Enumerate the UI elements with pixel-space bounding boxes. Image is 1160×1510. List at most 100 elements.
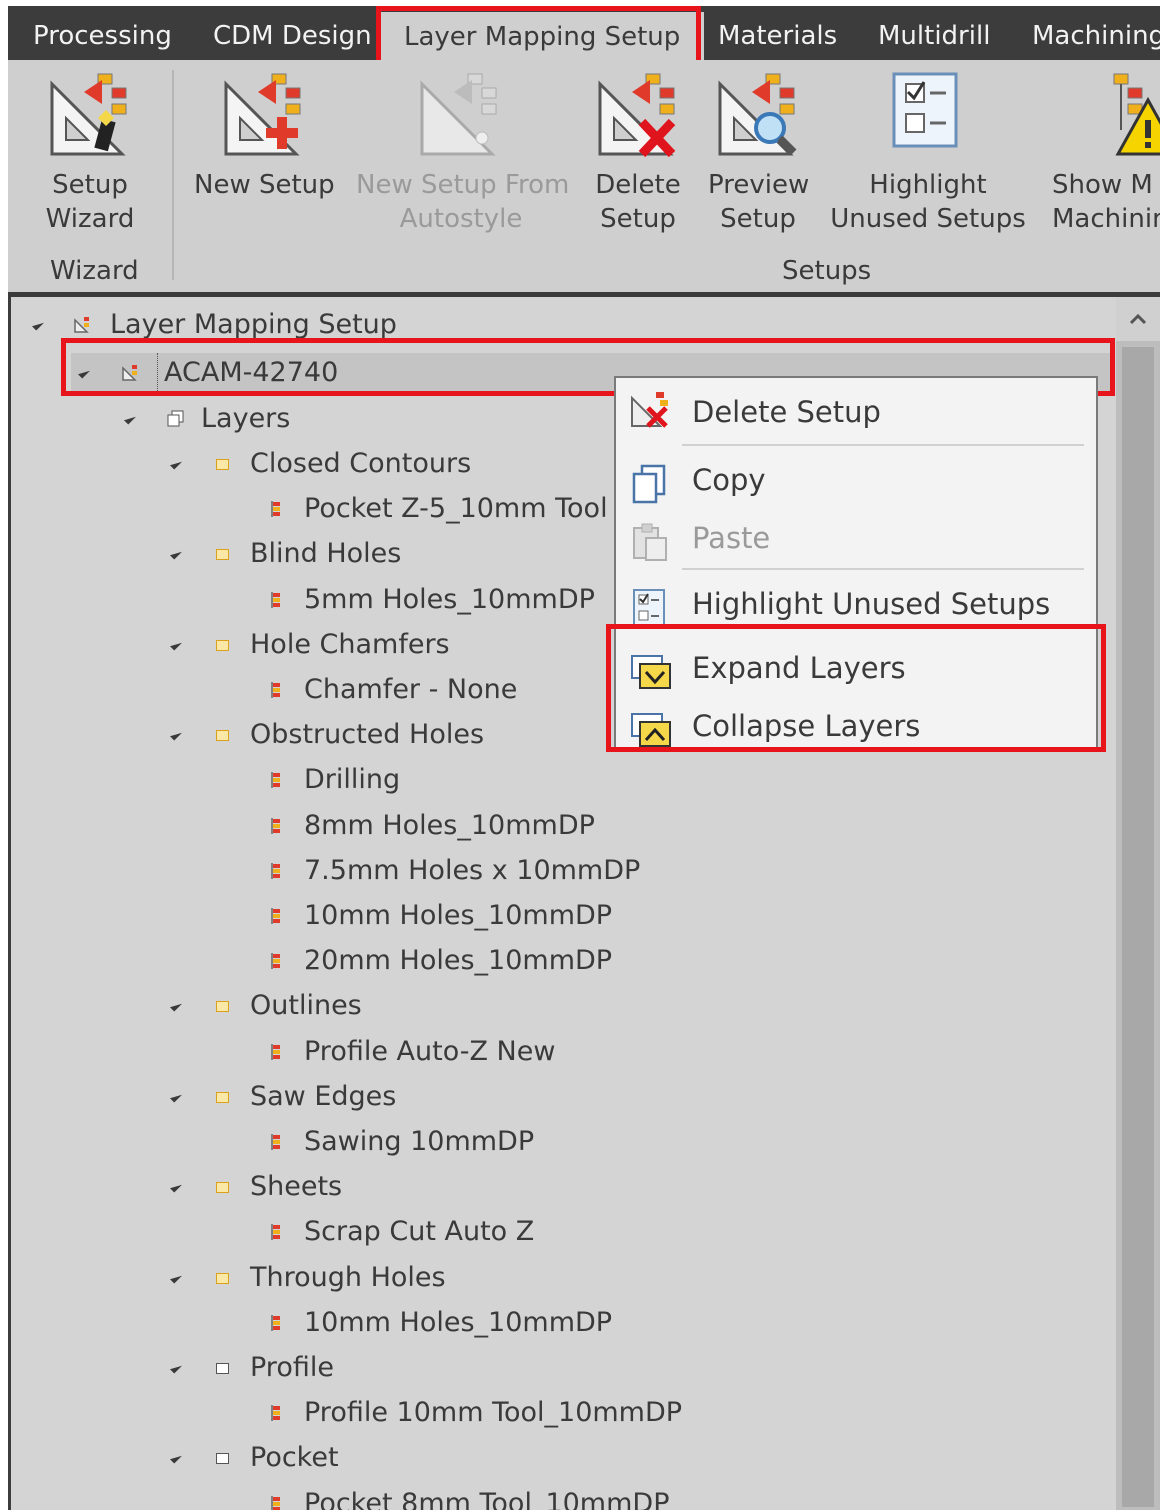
tree-setup-item[interactable]: 10mm Holes_10mmDP	[256, 896, 676, 936]
ribbon-panel: Setup Wizard Wizard New Setup New Setup …	[8, 60, 1160, 294]
expand-layers-icon	[631, 655, 671, 689]
app-window: Processing CDM Design Layer Mapping Setu…	[8, 6, 1160, 1510]
scroll-up-button[interactable]	[1116, 297, 1160, 341]
ribbon-group-separator	[172, 70, 174, 280]
show-machining-button[interactable]: Show M Machinin	[1048, 70, 1160, 250]
layer-group-icon	[216, 730, 229, 741]
menu-item-label: Copy	[692, 463, 766, 497]
tree-layer-group[interactable]: Through Holes	[166, 1258, 606, 1298]
tree-setup-item[interactable]: Scrap Cut Auto Z	[256, 1212, 676, 1252]
tree-setup-item-label: 10mm Holes_10mmDP	[304, 1307, 613, 1338]
layer-group-icon	[216, 459, 229, 470]
menu-item-label: Collapse Layers	[692, 709, 921, 743]
tree-setup-item[interactable]: Pocket Z-5_10mm Tool	[256, 489, 676, 529]
expand-arrow-icon[interactable]	[169, 547, 183, 560]
tree-setup-item[interactable]: Profile 10mm Tool_10mmDP	[256, 1393, 682, 1433]
tree-setup-item[interactable]: 5mm Holes_10mmDP	[256, 580, 676, 620]
tree-layer-group[interactable]: Sheets	[166, 1167, 606, 1207]
tree-layer-group[interactable]: Blind Holes	[166, 534, 606, 574]
tree-layer-group[interactable]: Profile	[166, 1348, 606, 1388]
tree-setup-item[interactable]: Pocket 8mm Tool_10mmDP	[256, 1484, 676, 1510]
layer-item-icon	[271, 1315, 280, 1331]
menu-item-paste[interactable]: Paste	[616, 510, 1096, 566]
layer-item-icon	[271, 682, 280, 698]
expand-arrow-icon[interactable]	[123, 412, 137, 425]
new-setup-label: New Setup	[194, 170, 335, 200]
tree-setup-item-label: 7.5mm Holes x 10mmDP	[304, 855, 641, 886]
new-setup-button[interactable]: New Setup	[194, 70, 335, 250]
tree-layer-group[interactable]: Outlines	[166, 986, 606, 1026]
tree-setup-item-label: Profile Auto-Z New	[304, 1036, 556, 1067]
tree-layer-group-label: Blind Holes	[250, 538, 402, 569]
layer-group-icon	[216, 1363, 229, 1374]
expand-arrow-icon[interactable]	[31, 318, 45, 331]
expand-arrow-icon[interactable]	[169, 728, 183, 741]
expand-arrow-icon[interactable]	[169, 1271, 183, 1284]
tree-layer-group[interactable]: Hole Chamfers	[166, 625, 606, 665]
layer-item-icon	[271, 772, 280, 788]
group-label-wizard: Wizard	[50, 256, 139, 286]
highlight-unused-setups-button[interactable]: Highlight Unused Setups	[830, 70, 1026, 250]
menu-separator	[682, 444, 1084, 446]
tree-setup-item[interactable]: 8mm Holes_10mmDP	[256, 806, 676, 846]
layer-item-icon	[271, 1044, 280, 1060]
setup-wizard-button[interactable]: Setup Wizard	[28, 70, 152, 250]
menu-separator	[682, 568, 1084, 570]
tab-layer-mapping-setup[interactable]: Layer Mapping Setup	[380, 12, 705, 60]
menu-item-expand-layers[interactable]: Expand Layers	[616, 640, 1096, 696]
tree-setup-item[interactable]: 7.5mm Holes x 10mmDP	[256, 851, 676, 891]
expand-arrow-icon[interactable]	[169, 1451, 183, 1464]
expand-arrow-icon[interactable]	[169, 999, 183, 1012]
tree-setup-item-label: Profile 10mm Tool_10mmDP	[304, 1397, 683, 1428]
layer-item-icon	[271, 1405, 280, 1421]
menu-item-delete-setup[interactable]: Delete Setup	[616, 384, 1096, 440]
menu-item-collapse-layers[interactable]: Collapse Layers	[616, 698, 1096, 754]
tree-layer-group-label: Outlines	[250, 990, 362, 1021]
layer-group-icon	[216, 1273, 229, 1284]
layer-item-icon	[271, 908, 280, 924]
tree-setup-item[interactable]: 10mm Holes_10mmDP	[256, 1303, 676, 1343]
layer-group-icon	[216, 1001, 229, 1012]
tab-multidrill[interactable]: Multidrill	[878, 6, 990, 60]
tab-materials[interactable]: Materials	[718, 6, 837, 60]
tree-setup-item[interactable]: Sawing 10mmDP	[256, 1122, 676, 1162]
tab-machining[interactable]: Machining	[1032, 6, 1160, 60]
delete-setup-button[interactable]: Delete Setup	[588, 70, 688, 250]
new-setup-from-autostyle-icon	[420, 73, 497, 156]
tree-layer-group[interactable]: Pocket	[166, 1438, 606, 1478]
paste-icon	[633, 523, 667, 561]
group-label-setups: Setups	[782, 256, 872, 286]
tree-node-layers[interactable]: Layers	[121, 399, 621, 439]
expand-arrow-icon[interactable]	[77, 366, 91, 379]
expand-arrow-icon[interactable]	[169, 1180, 183, 1193]
scrollbar-thumb[interactable]	[1122, 347, 1154, 1507]
layer-item-icon	[271, 1134, 280, 1150]
collapse-layers-icon	[631, 713, 671, 747]
tree-setup-item[interactable]: Drilling	[256, 760, 676, 800]
tree-setup-item[interactable]: 20mm Holes_10mmDP	[256, 941, 676, 981]
tree-setup-item-label: Scrap Cut Auto Z	[304, 1216, 535, 1247]
tree-setup-item[interactable]: Profile Auto-Z New	[256, 1032, 676, 1072]
expand-arrow-icon[interactable]	[169, 457, 183, 470]
setup-wizard-icon	[50, 73, 127, 156]
expand-arrow-icon[interactable]	[169, 1090, 183, 1103]
preview-setup-button[interactable]: Preview Setup	[708, 70, 809, 250]
menu-item-copy[interactable]: Copy	[616, 452, 1096, 508]
tree-layer-group[interactable]: Closed Contours	[166, 444, 606, 484]
tree-layer-group[interactable]: Obstructed Holes	[166, 715, 606, 755]
tree-setup-item-label: Sawing 10mmDP	[304, 1126, 535, 1157]
tree-layer-group-label: Hole Chamfers	[250, 629, 450, 660]
layer-item-icon	[271, 592, 280, 608]
tab-cdm-design[interactable]: CDM Design	[213, 6, 372, 60]
tree-node-root[interactable]: Layer Mapping Setup	[11, 305, 1111, 345]
new-setup-from-autostyle-button[interactable]: New Setup From Autostyle	[356, 70, 569, 250]
setup-wizard-label: Setup Wizard	[45, 170, 135, 234]
tree-setup-item[interactable]: Chamfer - None	[256, 670, 676, 710]
tree-scrollbar[interactable]	[1116, 297, 1160, 1510]
tree-layer-group[interactable]: Saw Edges	[166, 1077, 606, 1117]
menu-item-highlight-unused-setups[interactable]: Highlight Unused Setups	[616, 576, 1096, 632]
setup-node-icon	[74, 317, 89, 333]
tab-processing[interactable]: Processing	[33, 6, 172, 60]
expand-arrow-icon[interactable]	[169, 638, 183, 651]
expand-arrow-icon[interactable]	[169, 1361, 183, 1374]
